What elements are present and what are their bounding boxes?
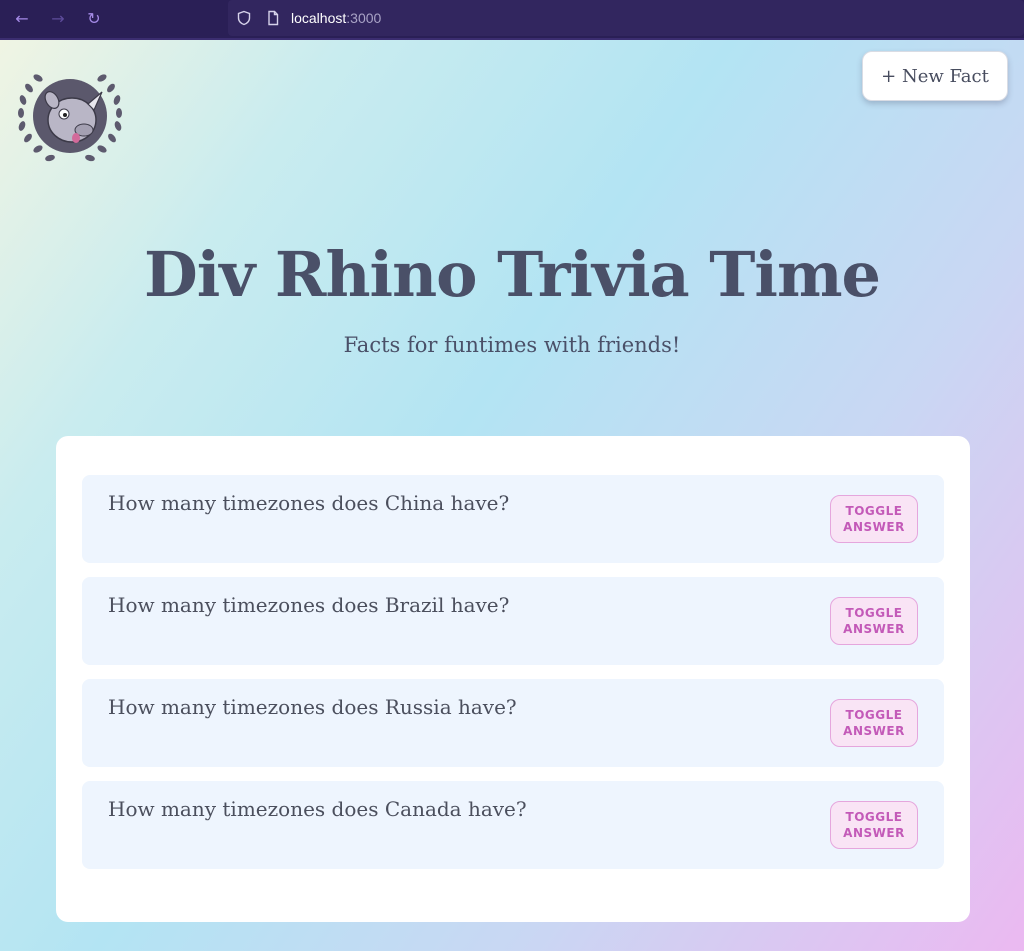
fact-item: How many timezones does China have? TOGG… [82, 475, 944, 563]
toggle-answer-button[interactable]: TOGGLE ANSWER [830, 495, 918, 543]
facts-card: How many timezones does China have? TOGG… [56, 436, 970, 922]
toggle-answer-button[interactable]: TOGGLE ANSWER [830, 597, 918, 645]
page-title: Div Rhino Trivia Time [143, 238, 881, 311]
reload-icon[interactable]: ↻ [84, 9, 104, 29]
page-icon [268, 10, 279, 26]
forward-arrow-icon[interactable]: → [48, 9, 68, 29]
fact-question: How many timezones does Brazil have? [108, 593, 510, 617]
new-fact-button[interactable]: + New Fact [862, 51, 1008, 101]
page-subtitle: Facts for funtimes with friends! [343, 333, 681, 357]
toggle-answer-button[interactable]: TOGGLE ANSWER [830, 801, 918, 849]
fact-question: How many timezones does China have? [108, 491, 510, 515]
fact-question: How many timezones does Russia have? [108, 695, 517, 719]
browser-toolbar: ← → ↻ localhost:3000 [0, 0, 1024, 40]
fact-item: How many timezones does Brazil have? TOG… [82, 577, 944, 665]
fact-item: How many timezones does Canada have? TOG… [82, 781, 944, 869]
rhino-logo[interactable] [14, 64, 126, 170]
shield-icon [237, 10, 251, 26]
fact-question: How many timezones does Canada have? [108, 797, 527, 821]
url-text: localhost:3000 [291, 10, 382, 26]
back-arrow-icon[interactable]: ← [12, 9, 32, 29]
address-bar[interactable]: localhost:3000 [228, 0, 1024, 36]
toggle-answer-button[interactable]: TOGGLE ANSWER [830, 699, 918, 747]
fact-item: How many timezones does Russia have? TOG… [82, 679, 944, 767]
